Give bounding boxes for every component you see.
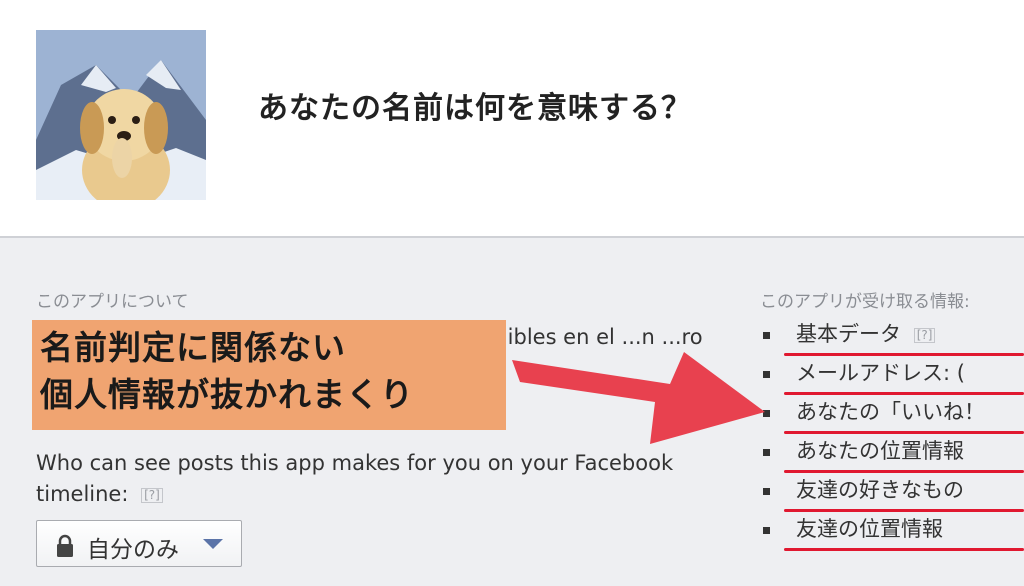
permissions-heading: このアプリが受け取る情報: — [760, 292, 970, 312]
annotation-overlay: 名前判定に関係ない 個人情報が抜かれまくり — [32, 320, 506, 430]
bullet-icon — [763, 410, 770, 417]
red-underline — [784, 353, 1024, 356]
permission-label: あなたの位置情報 — [796, 439, 964, 463]
lock-icon — [57, 534, 73, 557]
red-underline — [784, 470, 1024, 473]
permission-label: あなたの「いいね！ — [796, 400, 985, 424]
permission-item: 友達の位置情報 — [760, 513, 1024, 552]
permission-item: 友達の好きなもの — [760, 474, 1024, 513]
bullet-icon — [763, 371, 770, 378]
visibility-question-text: Who can see posts this app makes for you… — [36, 451, 674, 506]
audience-selector[interactable]: 自分のみ — [36, 520, 242, 567]
bullet-icon — [763, 527, 770, 534]
permission-label: 友達の位置情報 — [796, 517, 943, 541]
audience-selected-label: 自分のみ — [87, 537, 179, 563]
bullet-icon — [763, 488, 770, 495]
app-title: あなたの名前は何を意味する？ — [258, 91, 692, 126]
permission-item: メールアドレス: ( — [760, 357, 1024, 396]
bullet-icon — [763, 332, 770, 339]
annotation-line-2: 個人情報が抜かれまくり — [40, 375, 414, 414]
red-underline — [784, 431, 1024, 434]
permissions-list: 基本データ [?] メールアドレス: ( あなたの「いいね！ あなたの位置情報 … — [760, 318, 1024, 552]
chevron-down-icon — [203, 539, 223, 549]
red-underline — [784, 548, 1024, 551]
bullet-icon — [763, 449, 770, 456]
app-header: あなたの名前は何を意味する？ — [0, 0, 1024, 236]
app-info-panel: このアプリについて ¡Más... ...oticias! ...ndeys a… — [0, 236, 1024, 586]
visibility-question: Who can see posts this app makes for you… — [36, 448, 676, 510]
permission-label: メールアドレス: ( — [796, 361, 965, 385]
help-icon[interactable]: [?] — [141, 487, 163, 503]
permission-item: あなたの「いいね！ — [760, 396, 1024, 435]
about-heading: このアプリについて — [36, 292, 189, 312]
red-underline — [784, 392, 1024, 395]
permission-item: あなたの位置情報 — [760, 435, 1024, 474]
red-underline — [784, 509, 1024, 512]
permission-label: 基本データ — [796, 322, 901, 346]
permission-label: 友達の好きなもの — [796, 478, 964, 502]
help-icon[interactable]: [?] — [913, 327, 936, 343]
annotation-line-1: 名前判定に関係ない — [40, 328, 346, 367]
permission-item: 基本データ [?] — [760, 318, 1024, 357]
app-icon-puppy — [36, 30, 206, 200]
